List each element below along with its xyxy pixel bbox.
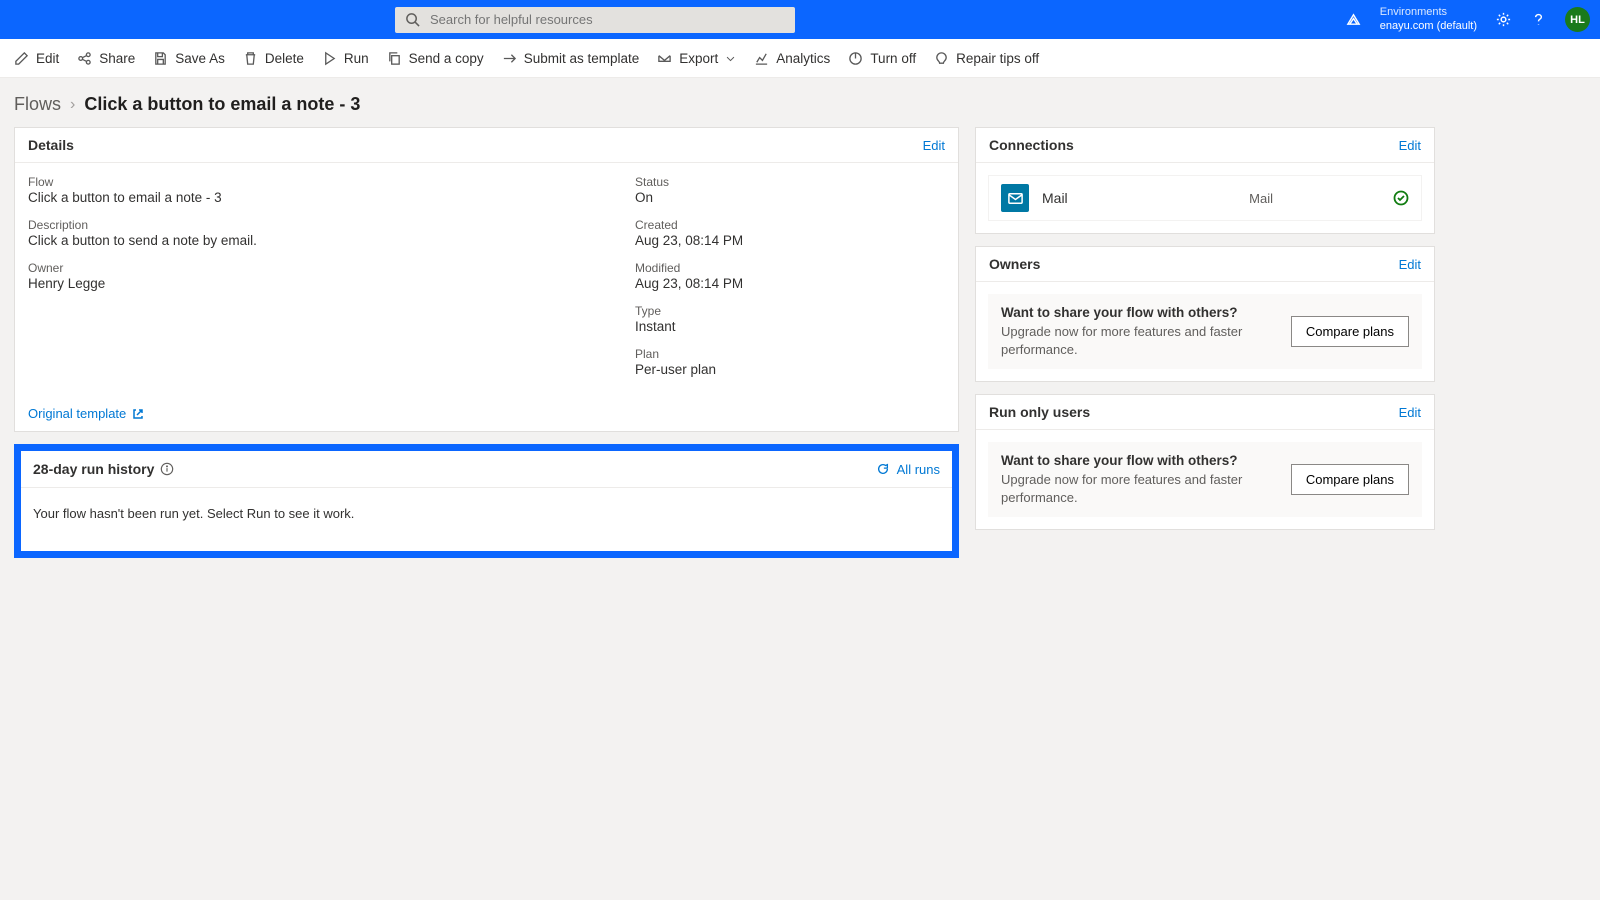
run-only-users-card: Run only users Edit Want to share your f… <box>975 394 1435 530</box>
details-edit-link[interactable]: Edit <box>923 138 945 153</box>
environment-picker[interactable]: Environments enayu.com (default) <box>1380 6 1477 34</box>
delete-button[interactable]: Delete <box>243 51 304 66</box>
submit-template-button[interactable]: Submit as template <box>502 51 640 66</box>
export-button[interactable]: Export <box>657 51 736 66</box>
breadcrumb: Flows › Click a button to email a note -… <box>0 78 1600 127</box>
check-circle-icon <box>1393 190 1409 206</box>
share-button[interactable]: Share <box>77 51 135 66</box>
refresh-icon <box>876 462 890 476</box>
run-history-title: 28-day run history <box>33 461 154 477</box>
search-input[interactable] <box>430 12 785 27</box>
turn-off-button[interactable]: Turn off <box>848 51 916 66</box>
save-as-button[interactable]: Save As <box>153 51 225 66</box>
all-runs-link[interactable]: All runs <box>876 462 940 477</box>
search-icon <box>405 12 420 27</box>
search-box[interactable] <box>395 7 795 33</box>
compare-plans-button[interactable]: Compare plans <box>1291 316 1409 347</box>
details-card: Details Edit FlowClick a button to email… <box>14 127 959 432</box>
user-avatar[interactable]: HL <box>1565 7 1590 32</box>
top-bar: Environments enayu.com (default) HL <box>0 0 1600 39</box>
external-link-icon <box>132 408 144 420</box>
connections-edit-link[interactable]: Edit <box>1399 138 1421 153</box>
env-icon <box>1345 11 1362 28</box>
original-template-link[interactable]: Original template <box>15 400 157 431</box>
run-button[interactable]: Run <box>322 51 369 66</box>
info-icon[interactable] <box>160 462 174 476</box>
repair-tips-button[interactable]: Repair tips off <box>934 51 1039 66</box>
run-history-empty: Your flow hasn't been run yet. Select Ru… <box>21 488 952 551</box>
breadcrumb-current: Click a button to email a note - 3 <box>84 94 360 115</box>
settings-icon[interactable] <box>1495 11 1512 28</box>
command-bar: Edit Share Save As Delete Run Send a cop… <box>0 39 1600 78</box>
help-icon[interactable] <box>1530 11 1547 28</box>
connection-row[interactable]: Mail Mail <box>988 175 1422 221</box>
run-history-highlight: 28-day run history All runs Your flow ha… <box>14 444 959 558</box>
owners-card: Owners Edit Want to share your flow with… <box>975 246 1435 382</box>
owners-promo: Want to share your flow with others? Upg… <box>988 294 1422 369</box>
mail-icon <box>1001 184 1029 212</box>
connections-card: Connections Edit Mail Mail <box>975 127 1435 234</box>
breadcrumb-flows[interactable]: Flows <box>14 94 61 115</box>
send-copy-button[interactable]: Send a copy <box>387 51 484 66</box>
details-title: Details <box>28 137 74 153</box>
owners-edit-link[interactable]: Edit <box>1399 257 1421 272</box>
edit-button[interactable]: Edit <box>14 51 59 66</box>
run-only-edit-link[interactable]: Edit <box>1399 405 1421 420</box>
analytics-button[interactable]: Analytics <box>754 51 830 66</box>
top-right: Environments enayu.com (default) HL <box>1345 6 1590 34</box>
compare-plans-button[interactable]: Compare plans <box>1291 464 1409 495</box>
chevron-right-icon: › <box>70 96 75 114</box>
run-only-promo: Want to share your flow with others? Upg… <box>988 442 1422 517</box>
